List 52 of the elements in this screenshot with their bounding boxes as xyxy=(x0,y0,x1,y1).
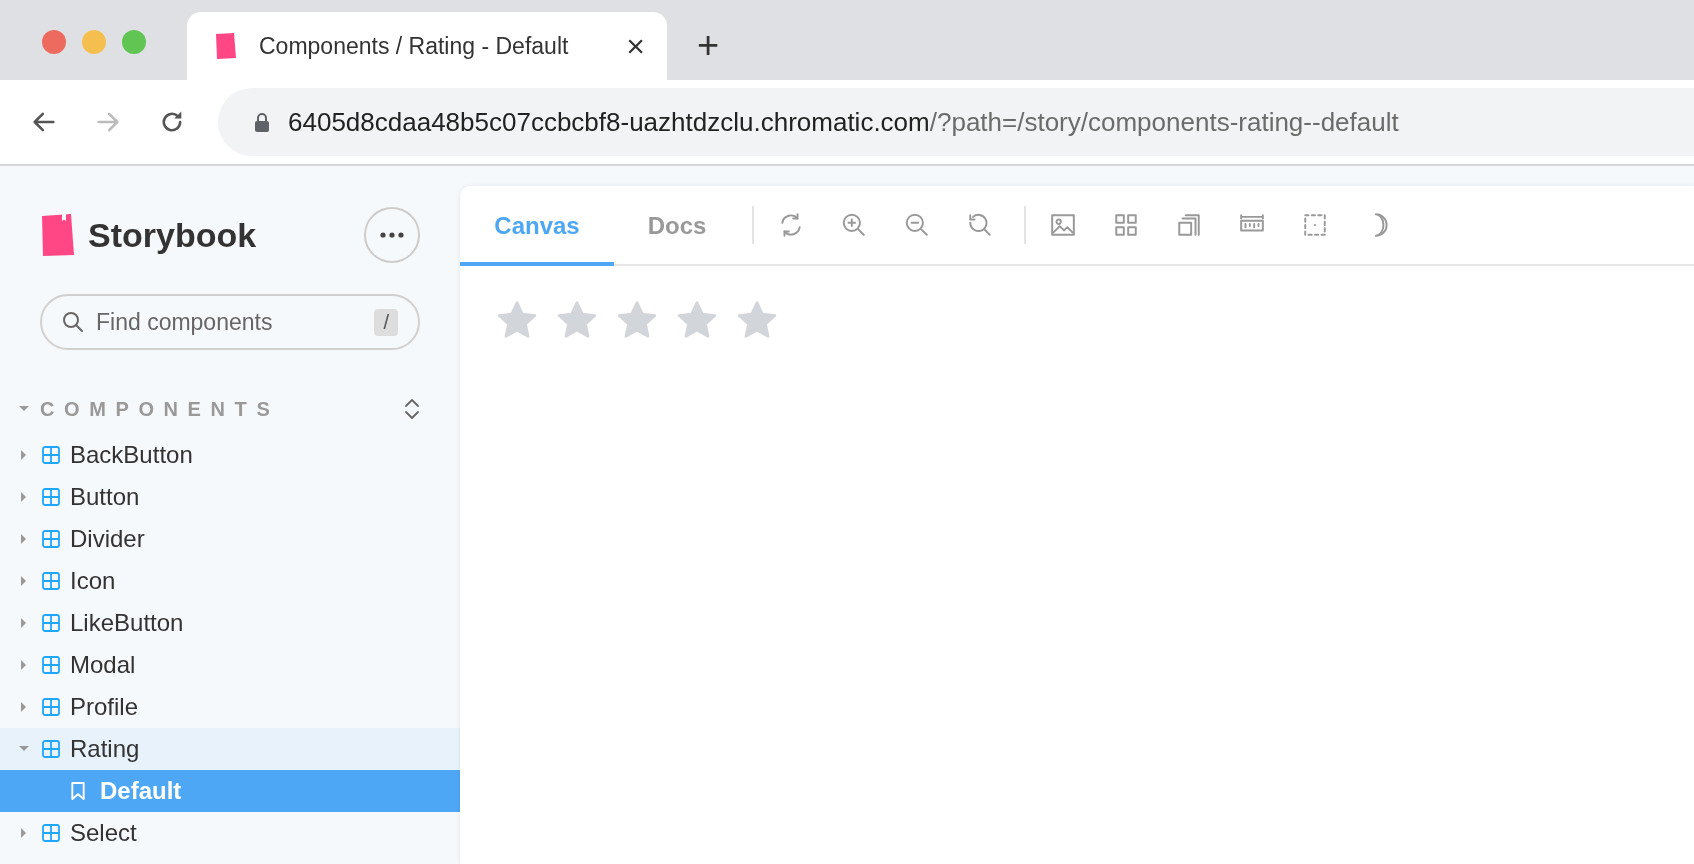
grid-icon xyxy=(42,614,60,632)
window-control-icon[interactable] xyxy=(42,30,66,54)
tree-item[interactable]: Icon xyxy=(0,560,460,602)
storybook-logo-icon xyxy=(40,213,76,257)
tab-close-button[interactable]: × xyxy=(626,30,645,62)
tree-item[interactable]: Divider xyxy=(0,518,460,560)
star-icon[interactable] xyxy=(496,300,538,340)
tree-item[interactable]: Rating xyxy=(0,728,460,770)
zoom-out-icon[interactable] xyxy=(904,212,930,238)
bookmark-icon xyxy=(70,782,86,800)
brand-name: Storybook xyxy=(88,215,258,255)
address-bar[interactable]: 6405d8cdaa48b5c07ccbcbf8-uazhtdzclu.chromatic.com/?path=/story/components-rating--default xyxy=(218,88,1694,156)
section-heading: COMPONENTS xyxy=(40,397,281,421)
tree-item[interactable]: BackButton xyxy=(0,434,460,476)
storybook-logo-icon xyxy=(215,32,237,60)
star-icon[interactable] xyxy=(616,300,658,340)
shortcut-key: / xyxy=(374,308,398,336)
grid-icon xyxy=(42,740,60,758)
new-tab-button[interactable]: + xyxy=(697,26,720,64)
star-icon[interactable] xyxy=(676,300,718,340)
star-icon[interactable] xyxy=(556,300,598,340)
zoom-reset-icon[interactable] xyxy=(967,212,993,238)
image-icon[interactable] xyxy=(1050,212,1076,238)
tree-item[interactable]: Profile xyxy=(0,686,460,728)
grid-icon xyxy=(42,572,60,590)
lock-icon xyxy=(254,112,270,132)
tab-title: Components / Rating - Default xyxy=(259,32,570,60)
frames-icon[interactable] xyxy=(1176,212,1202,238)
grid-icon xyxy=(42,656,60,674)
window-control-icon[interactable] xyxy=(122,30,146,54)
tree-item[interactable]: Select xyxy=(0,812,460,854)
grid-icon xyxy=(42,698,60,716)
outline-icon[interactable] xyxy=(1302,212,1328,238)
zoom-in-icon[interactable] xyxy=(841,212,867,238)
menu-button[interactable] xyxy=(364,207,420,263)
search-placeholder: Find components xyxy=(96,308,274,336)
tree-item[interactable]: LikeButton xyxy=(0,602,460,644)
search-icon xyxy=(62,311,84,333)
url-text: 6405d8cdaa48b5c07ccbcbf8-uazhtdzclu.chromatic.com/?path=/story/components-rating--default xyxy=(288,106,1399,138)
reload-icon[interactable] xyxy=(778,212,804,238)
grid-icon xyxy=(42,446,60,464)
tree-item[interactable]: Button xyxy=(0,476,460,518)
grid-icon xyxy=(42,824,60,842)
grid-icon xyxy=(42,530,60,548)
more-icon xyxy=(380,232,404,238)
grid-icon[interactable] xyxy=(1113,212,1139,238)
star-icon[interactable] xyxy=(736,300,778,340)
search-field[interactable]: Find components / xyxy=(40,294,420,350)
tree-item[interactable]: Modal xyxy=(0,644,460,686)
grid-icon xyxy=(42,488,60,506)
expand-collapse-icon[interactable] xyxy=(404,397,420,421)
browser-tab[interactable]: Components / Rating - Default × xyxy=(187,12,667,80)
